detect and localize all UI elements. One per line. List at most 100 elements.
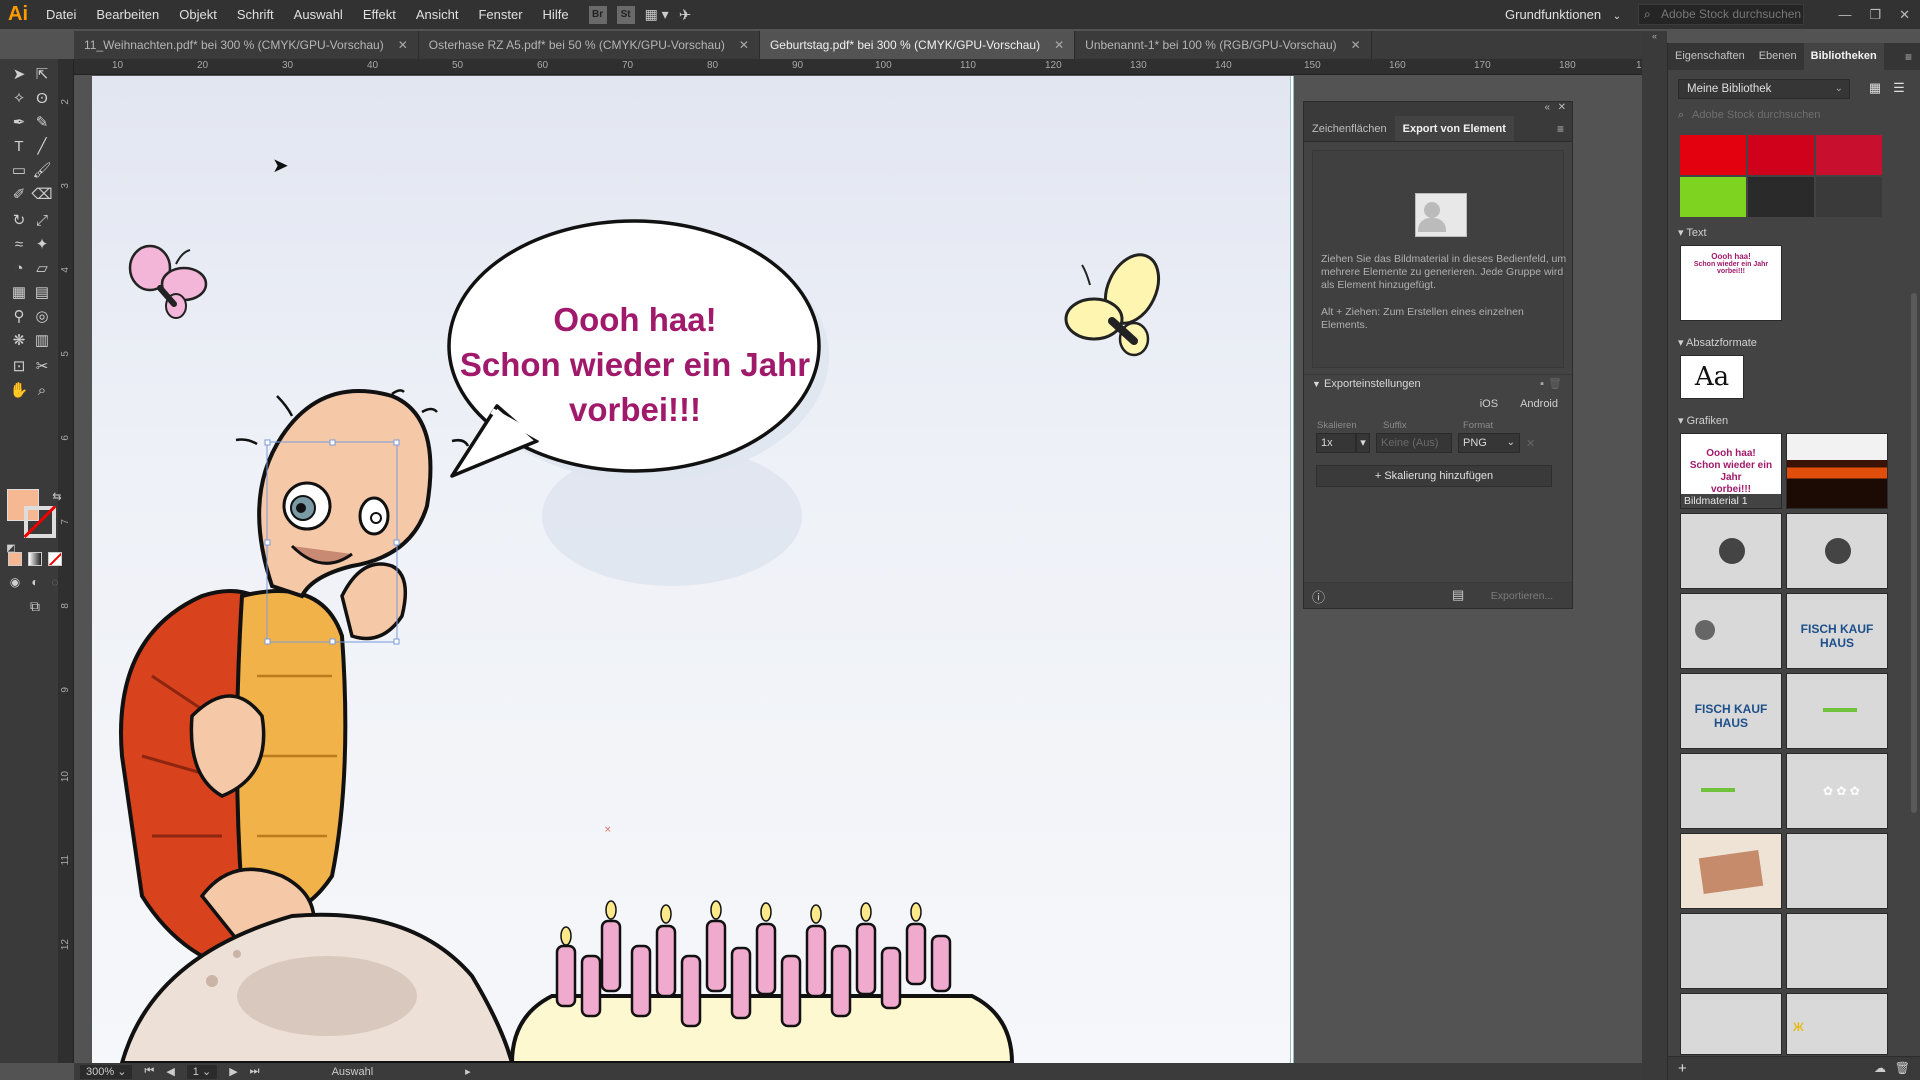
stock-search-input[interactable]: ⌕ Adobe Stock durchsuchen (1638, 4, 1804, 25)
library-color-swatch[interactable] (1748, 135, 1814, 175)
eraser-tool-icon[interactable]: ⌫ (31, 183, 53, 205)
swap-fill-stroke-icon[interactable]: ⇆ (46, 485, 68, 507)
collapse-panel-icon[interactable]: « (1544, 102, 1550, 113)
export-settings-header[interactable]: ▼ Exporteinstellungen ▪ 🗑 (1304, 374, 1572, 392)
menu-item-schrift[interactable]: Schrift (227, 0, 284, 29)
asset-drop-zone[interactable]: Ziehen Sie das Bildmaterial in dieses Be… (1312, 150, 1566, 368)
tab-properties[interactable]: Eigenschaften (1668, 43, 1752, 70)
scale-tool-icon[interactable]: ⤢ (31, 209, 53, 231)
illustrator-logo[interactable]: Ai (0, 0, 36, 29)
zoom-tool-icon[interactable]: ⌕ (31, 379, 53, 401)
screen-mode-icon[interactable]: ⧉ (24, 595, 46, 617)
selection-tool-icon[interactable]: ➤ (8, 63, 30, 85)
width-tool-icon[interactable]: ≈ (8, 233, 30, 255)
graphic-thumb-green-mark[interactable] (1680, 753, 1782, 829)
format-select[interactable]: PNG ⌄ (1458, 433, 1520, 453)
bridge-icon[interactable]: Br (588, 5, 607, 24)
tab-asset-export[interactable]: Export von Element (1394, 116, 1514, 141)
mesh-tool-icon[interactable]: ▦ (8, 281, 30, 303)
zoom-level-field[interactable]: 300% ⌄ (80, 1064, 133, 1079)
type-tool-icon[interactable]: T (8, 135, 30, 157)
menu-item-auswahl[interactable]: Auswahl (284, 0, 353, 29)
speech-bubble-text[interactable]: Oooh haa! Schon wieder ein Jahr vorbei!!… (455, 297, 815, 432)
rectangle-tool-icon[interactable]: ▭ (8, 159, 30, 181)
menu-item-ansicht[interactable]: Ansicht (406, 0, 469, 29)
cc-sync-icon[interactable]: ☁ (1874, 1061, 1886, 1075)
previous-artboard-icon[interactable]: ◀ (166, 1065, 174, 1078)
draw-inside-icon[interactable]: ◌ (44, 571, 66, 593)
status-menu-arrow-icon[interactable]: ▸ (465, 1065, 471, 1078)
close-tab-icon[interactable]: ✕ (1054, 38, 1064, 52)
panel-menu-icon[interactable]: ≡ (1557, 122, 1564, 136)
line-tool-icon[interactable]: ╱ (31, 135, 53, 157)
gradient-tool-icon[interactable]: ▤ (31, 281, 53, 303)
graphic-thumb-speech[interactable]: Oooh haa! Schon wieder ein Jahr vorbei!!… (1680, 433, 1782, 509)
arrange-documents-icon[interactable]: ▦ ▾ (645, 6, 669, 23)
library-color-swatch[interactable] (1816, 135, 1882, 175)
list-view-icon[interactable]: ☰ (1890, 79, 1908, 97)
close-icon[interactable]: ✕ (1899, 7, 1910, 23)
draw-behind-icon[interactable]: ◐ (24, 571, 46, 593)
tab-geburtstag[interactable]: Geburtstag.pdf* bei 300 % (CMYK/GPU-Vors… (759, 31, 1076, 59)
add-scale-button[interactable]: + Skalierung hinzufügen (1316, 465, 1552, 487)
tab-unbenannt[interactable]: Unbenannt-1* bei 100 % (RGB/GPU-Vorschau… (1075, 31, 1372, 59)
delete-icon[interactable]: 🗑 (1895, 1061, 1910, 1075)
artboard-tool-icon[interactable]: ⊡ (8, 355, 30, 377)
close-tab-icon[interactable]: ✕ (398, 38, 408, 52)
minimize-icon[interactable]: — (1838, 7, 1851, 22)
platform-ios[interactable]: iOS (1480, 398, 1498, 410)
library-color-swatch[interactable] (1748, 177, 1814, 217)
tab-layers[interactable]: Ebenen (1752, 43, 1804, 70)
horizontal-ruler[interactable]: 10 20 30 40 50 60 70 80 90 100 110 120 1… (74, 59, 1653, 75)
last-artboard-icon[interactable]: ⏭ (250, 1065, 260, 1078)
menu-item-datei[interactable]: Datei (36, 0, 86, 29)
color-mode-icon[interactable] (8, 552, 22, 566)
library-search-input[interactable]: ⌕ Adobe Stock durchsuchen (1676, 107, 1912, 123)
add-content-icon[interactable]: + (1678, 1060, 1687, 1077)
menu-item-objekt[interactable]: Objekt (169, 0, 227, 29)
section-text-header[interactable]: ▾ Text (1678, 226, 1707, 239)
graphic-thumb-icons[interactable]: ✿ ✿ ✿ (1786, 753, 1888, 829)
new-preset-icon[interactable]: ▪ (1540, 375, 1544, 393)
panel-dock-collapse-icon[interactable]: « (1642, 31, 1667, 43)
library-scrollbar[interactable] (1911, 293, 1917, 813)
graphic-thumb-fisch-kauf-haus[interactable]: FISCH KAUF HAUS (1786, 593, 1888, 669)
menu-item-effekt[interactable]: Effekt (353, 0, 406, 29)
graphic-thumb-photo[interactable] (1680, 833, 1782, 909)
stock-icon[interactable]: St (616, 5, 635, 24)
graphic-thumb-blank[interactable] (1680, 913, 1782, 989)
graphic-thumb-green-mark[interactable] (1786, 673, 1888, 749)
direct-selection-tool-icon[interactable]: ⇱ (31, 63, 53, 85)
graphic-thumb-badge[interactable] (1786, 513, 1888, 589)
paintbrush-tool-icon[interactable]: 🖌 (31, 159, 53, 181)
graphic-thumb-badge-small[interactable] (1680, 593, 1782, 669)
grid-view-icon[interactable]: ▦ (1866, 79, 1884, 97)
restore-icon[interactable]: ❐ (1869, 7, 1881, 23)
library-color-swatch[interactable] (1680, 177, 1746, 217)
section-paragraph-header[interactable]: ▾ Absatzformate (1678, 336, 1757, 349)
panel-menu-icon[interactable]: ≡ (1905, 50, 1912, 64)
scale-dropdown-icon[interactable]: ▾ (1356, 433, 1370, 453)
rotate-tool-icon[interactable]: ↻ (8, 209, 30, 231)
remove-scale-icon[interactable]: ✕ (1526, 437, 1535, 450)
library-select[interactable]: Meine Bibliothek ⌄ (1678, 79, 1850, 99)
graphic-thumb-fisch-kauf-haus[interactable]: FISCH KAUF HAUS (1680, 673, 1782, 749)
delete-preset-icon[interactable]: 🗑 (1548, 375, 1562, 393)
symbol-sprayer-tool-icon[interactable]: ❋ (8, 329, 30, 351)
library-color-swatch[interactable] (1816, 177, 1882, 217)
artboard-canvas[interactable]: × ➤ (92, 76, 1290, 1063)
tab-artboards[interactable]: Zeichenflächen (1304, 116, 1395, 141)
close-tab-icon[interactable]: ✕ (1351, 38, 1361, 52)
text-style-thumb[interactable]: Oooh haa! Schon wieder ein Jahr vorbei!!… (1680, 245, 1782, 321)
close-tab-icon[interactable]: ✕ (739, 38, 749, 52)
pen-tool-icon[interactable]: ✒ (8, 111, 30, 133)
paragraph-style-thumb[interactable]: Aa (1680, 355, 1744, 399)
suffix-input[interactable]: Keine (Aus) (1376, 433, 1452, 453)
menu-item-fenster[interactable]: Fenster (468, 0, 532, 29)
info-icon[interactable]: ⓘ (1312, 587, 1325, 606)
menu-item-hilfe[interactable]: Hilfe (533, 0, 579, 29)
curvature-tool-icon[interactable]: ✎ (31, 111, 53, 133)
graphic-thumb-fire[interactable] (1786, 433, 1888, 509)
shape-builder-tool-icon[interactable]: ◔ (8, 257, 30, 279)
library-color-swatch[interactable] (1680, 135, 1746, 175)
